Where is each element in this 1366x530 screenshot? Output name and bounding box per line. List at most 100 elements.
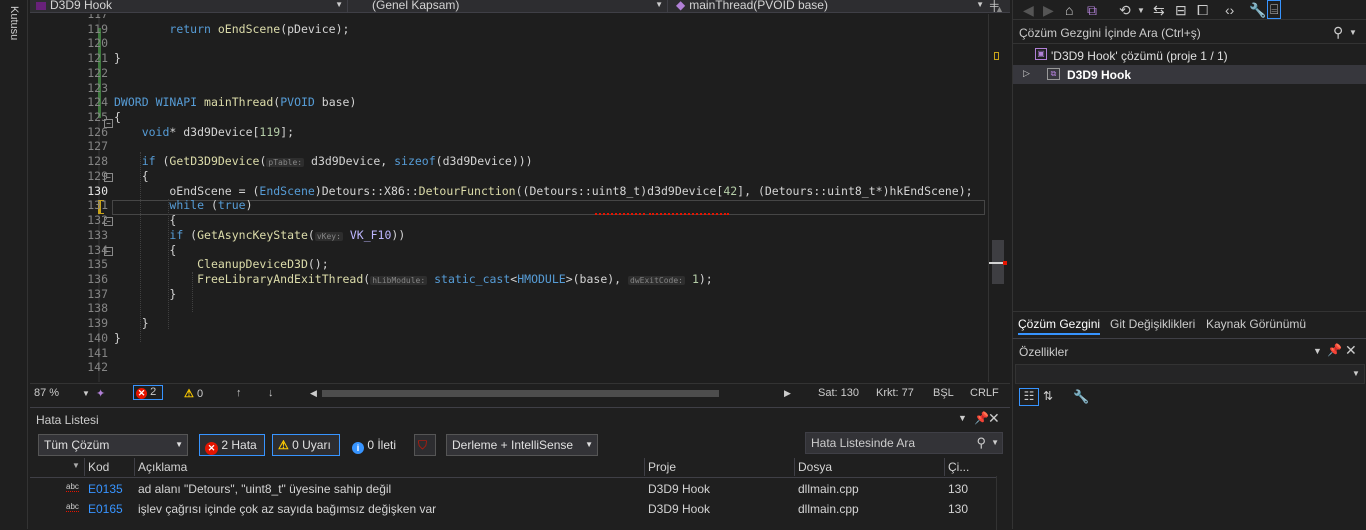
code-line[interactable]: CleanupDeviceD3D(); [114,257,329,271]
switch-views-icon[interactable]: ⧉ [1087,2,1097,19]
property-pages-icon[interactable]: 🔧 [1073,389,1089,405]
messages-toggle-label: 0 İleti [367,438,397,452]
code-line[interactable]: while (true) [114,198,252,212]
scroll-up-icon[interactable]: ▲ [995,4,1004,14]
tree-item-solution[interactable]: ▣ 'D3D9 Hook' çözümü (proje 1 / 1) [1013,46,1366,65]
solution-icon: ▣ [1035,48,1047,60]
project-label: D3D9 Hook [1067,68,1132,82]
project-dropdown[interactable]: D3D9 Hook ▼ [30,0,348,12]
insert-mode-indicator[interactable]: BŞL [933,387,954,399]
column-header-file[interactable]: Dosya [798,460,832,474]
fold-toggle[interactable]: − [104,173,113,182]
pin-icon[interactable]: 📌 [974,411,989,425]
tab-resource-view[interactable]: Kaynak Görünümü [1206,317,1306,331]
code-editor[interactable]: D3D9 Hook ▼ (Genel Kapsam) ▼ ◆ mainThread(P… [30,0,1010,402]
error-count-badge[interactable]: ✕ 2 [133,385,164,400]
show-all-icon[interactable]: ⧠ [1197,2,1208,19]
code-line[interactable]: } [114,316,149,330]
scroll-change-marker [994,52,999,60]
errors-toggle-button[interactable]: ✕ 2 Hata [199,434,265,456]
code-line[interactable]: } [114,287,176,301]
column-header-description[interactable]: Açıklama [138,460,187,474]
previous-issue-icon[interactable]: ↑ [236,387,242,399]
scroll-right-icon[interactable]: ▶ [784,388,791,399]
code-line[interactable]: if (GetAsyncKeyState(vKey: VK_F10)) [114,228,405,242]
categorized-icon[interactable]: ☷ [1019,388,1039,406]
vertical-scrollbar[interactable]: ▲ [988,4,1010,382]
build-filter-dropdown[interactable]: Derleme + IntelliSense ▼ [446,434,598,456]
code-line[interactable]: FreeLibraryAndExitThread(hLibModule: sta… [114,272,713,286]
table-row[interactable]: abc E0165 işlev çağrısı içinde çok az sa… [30,499,1010,519]
error-code-link[interactable]: E0165 [88,502,123,516]
scroll-left-icon[interactable]: ◀ [310,388,317,399]
sync-icon[interactable]: ⇆ [1153,2,1165,19]
expand-icon[interactable]: ▷ [1023,68,1030,79]
line-ending-indicator[interactable]: CRLF [970,387,999,399]
toolbox-strip[interactable]: Kutusu [0,0,28,529]
code-line[interactable]: DWORD WINAPI mainThread(PVOID base) [114,95,356,109]
close-icon[interactable]: ✕ [1345,342,1357,359]
tree-item-project[interactable]: ▷ ⧉ D3D9 Hook [1013,65,1366,84]
home-icon[interactable]: ⌂ [1065,2,1073,18]
code-line[interactable]: { [114,213,176,227]
code-line[interactable]: oEndScene = (EndScene)Detours::X86::Deto… [114,184,972,198]
code-line[interactable]: return oEndScene(pDevice); [114,22,349,36]
forward-icon[interactable]: ▶ [1043,2,1054,19]
preview-icon[interactable]: ⌸ [1267,0,1282,19]
zoom-level[interactable]: 87 % [34,387,59,399]
tab-git-changes[interactable]: Git Değişiklikleri [1110,317,1195,331]
code-line[interactable]: } [114,331,121,345]
solution-search-input[interactable]: Çözüm Gezgini İçinde Ara (Ctrl+ş) ⚲ ▼ [1013,22,1366,44]
chevron-down-icon[interactable]: ▼ [1137,6,1145,15]
line-number: 138 [87,301,108,316]
alphabetical-icon[interactable]: ⇅ [1043,389,1053,403]
line-indicator[interactable]: Sat: 130 [818,387,859,399]
error-code-link[interactable]: E0135 [88,482,123,496]
properties-title: Özellikler [1019,345,1069,359]
error-list-scrollbar[interactable] [996,476,1010,530]
code-line[interactable]: { [114,169,149,183]
zoom-dropdown-icon[interactable]: ▼ [82,389,90,398]
pin-icon[interactable]: 📌 [1327,343,1342,357]
column-header-code[interactable]: Kod [88,460,109,474]
code-line[interactable]: { [114,243,176,257]
next-issue-icon[interactable]: ↓ [268,387,274,399]
column-header-line[interactable]: Çi... [948,460,969,474]
error-search-input[interactable]: Hata Listesinde Ara ⚲ ▼ [805,432,1003,454]
warning-icon: ⚠ [184,388,194,400]
back-icon[interactable]: ◀ [1023,2,1034,19]
fold-toggle[interactable]: − [104,119,113,128]
member-dropdown[interactable]: ◆ mainThread(PVOID base) ▼ [670,0,988,12]
history-icon[interactable]: ⟲ [1119,2,1131,19]
horizontal-scroll-thumb[interactable] [322,390,719,397]
code-line[interactable]: if (GetD3D9Device(pTable: d3d9Device, si… [114,154,533,168]
fold-toggle[interactable]: − [104,217,113,226]
table-row[interactable]: abc E0135 ad alanı "Detours", "uint8_t" … [30,479,1010,499]
code-line[interactable]: } [114,51,121,65]
object-selector-dropdown[interactable]: ▼ [1015,364,1365,384]
fold-toggle[interactable]: − [104,247,113,256]
toolbox-label[interactable]: Kutusu [8,6,20,40]
wrench-icon[interactable]: 🔧 [1249,2,1266,19]
window-position-icon[interactable]: ▼ [958,413,967,423]
code-icon[interactable]: ‹› [1225,2,1234,18]
header-separator [30,477,1010,478]
close-icon[interactable]: ✕ [988,410,1000,427]
copilot-icon[interactable]: ✦ [96,387,105,400]
scope-dropdown[interactable]: (Genel Kapsam) ▼ [350,0,668,12]
column-header-project[interactable]: Proje [648,460,676,474]
warning-count-badge[interactable]: ⚠ 0 [184,387,203,400]
messages-toggle-button[interactable]: i 0 İleti [346,434,408,456]
scope-filter-dropdown[interactable]: Tüm Çözüm ▼ [38,434,188,456]
code-line[interactable]: { [114,110,121,124]
error-count: 2 [150,386,157,398]
filter-button[interactable]: ⛉ [414,434,436,456]
tab-solution-explorer[interactable]: Çözüm Gezgini [1018,317,1101,335]
line-number: 123 [87,80,108,95]
collapse-icon[interactable]: ⊟ [1175,2,1187,19]
window-position-icon[interactable]: ▼ [1313,346,1322,356]
warnings-toggle-button[interactable]: ⚠ 0 Uyarı [272,434,340,456]
code-line[interactable]: void* d3d9Device[119]; [114,125,294,139]
code-area[interactable]: 117 119 return oEndScene(pDevice); 120 121}… [30,14,988,382]
column-indicator[interactable]: Krkt: 77 [876,387,914,399]
